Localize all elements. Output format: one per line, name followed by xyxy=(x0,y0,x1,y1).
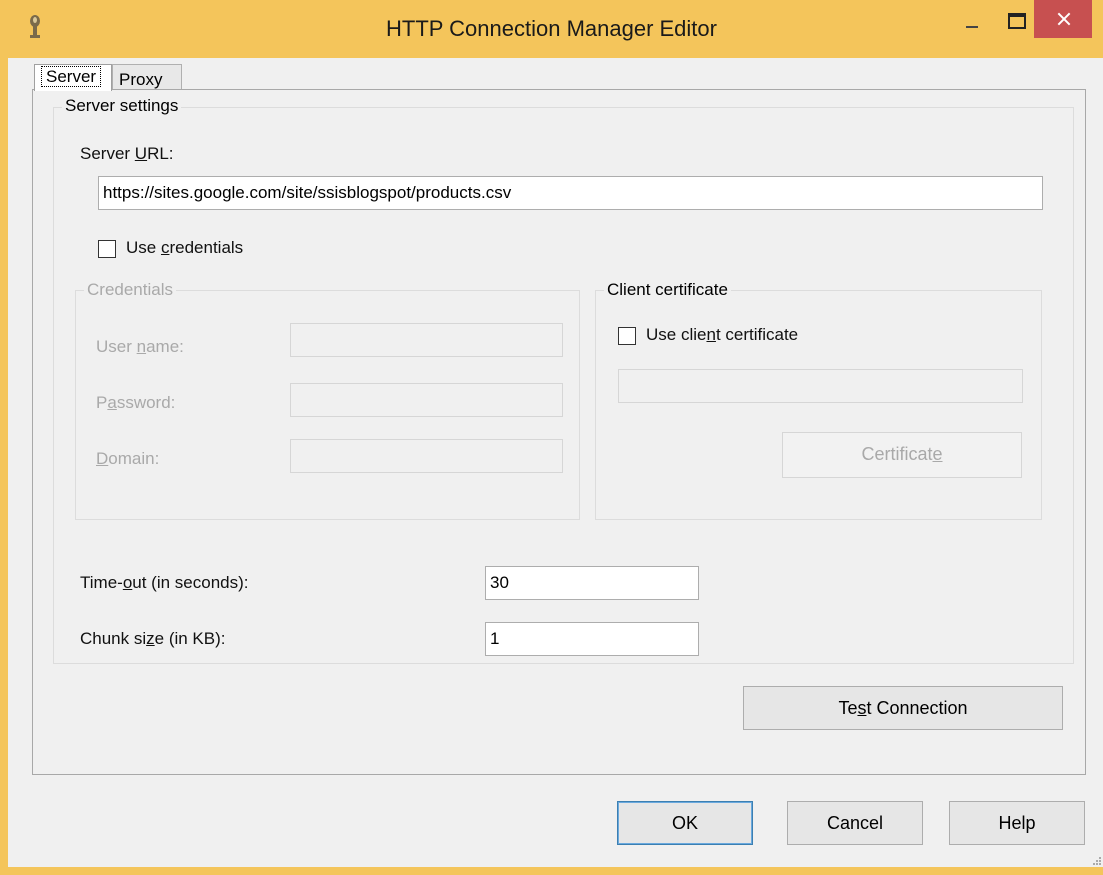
tab-proxy[interactable]: Proxy xyxy=(112,64,182,90)
cancel-button[interactable]: Cancel xyxy=(787,801,923,845)
chunk-size-input[interactable] xyxy=(485,622,699,656)
client-certificate-title: Client certificate xyxy=(604,280,731,300)
username-label: User name: xyxy=(96,337,184,356)
username-input[interactable] xyxy=(290,323,563,357)
server-settings-group: Server settings Server URL: Use credenti… xyxy=(53,96,1074,664)
certificate-input[interactable] xyxy=(618,369,1023,403)
dialog-client-area: Server Proxy Server settings Server URL:… xyxy=(16,58,1103,867)
timeout-label: Time-out (in seconds): xyxy=(80,573,249,592)
dialog-window: HTTP Connection Manager Editor Server Pr… xyxy=(0,0,1103,875)
password-input[interactable] xyxy=(290,383,563,417)
use-client-certificate-label: Use client certificate xyxy=(646,325,799,344)
certificate-button[interactable]: Certificate xyxy=(782,432,1022,478)
domain-label: Domain: xyxy=(96,449,160,468)
ok-button[interactable]: OK xyxy=(617,801,753,845)
server-url-label: Server URL: xyxy=(80,144,174,163)
client-certificate-group: Client certificate Use client certificat… xyxy=(595,280,1042,520)
tab-server[interactable]: Server xyxy=(34,64,112,91)
test-connection-button[interactable]: Test Connection xyxy=(743,686,1063,730)
title-bar[interactable]: HTTP Connection Manager Editor xyxy=(8,0,1095,58)
chunk-size-label: Chunk size (in KB): xyxy=(80,629,226,648)
tab-server-label: Server xyxy=(41,66,102,87)
resize-grip-icon[interactable] xyxy=(1091,855,1101,865)
use-credentials-label: Use credentials xyxy=(126,238,244,257)
minimize-button[interactable] xyxy=(948,0,994,40)
use-client-certificate-checkbox[interactable] xyxy=(618,327,636,345)
use-credentials-checkbox[interactable] xyxy=(98,240,116,258)
server-settings-title: Server settings xyxy=(62,96,182,116)
tab-proxy-label: Proxy xyxy=(119,70,163,89)
close-button[interactable] xyxy=(1034,0,1092,38)
credentials-title: Credentials xyxy=(84,280,176,300)
help-button[interactable]: Help xyxy=(949,801,1085,845)
server-tab-page: Server settings Server URL: Use credenti… xyxy=(32,89,1086,775)
domain-input[interactable] xyxy=(290,439,563,473)
timeout-input[interactable] xyxy=(485,566,699,600)
server-url-input[interactable] xyxy=(98,176,1043,210)
window-title: HTTP Connection Manager Editor xyxy=(386,16,717,41)
credentials-group: Credentials User name: Password: Domain: xyxy=(75,280,580,520)
password-label: Password: xyxy=(96,393,176,412)
